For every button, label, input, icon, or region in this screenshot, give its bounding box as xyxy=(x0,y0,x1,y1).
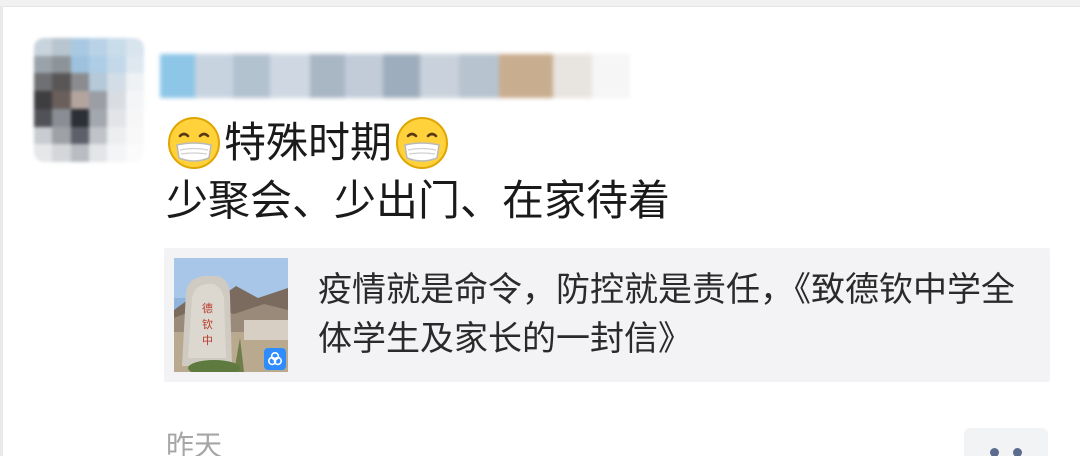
moments-post: 特殊时期 少聚会、少出门、在家待着 德 钦 中 疫情就是命令，防控就是责任，《致… xyxy=(0,0,1080,456)
svg-text:钦: 钦 xyxy=(202,318,213,331)
author-name-text xyxy=(160,42,161,43)
post-line-2-text: 少聚会、少出门、在家待着 xyxy=(166,176,671,225)
mask-face-icon xyxy=(394,115,450,171)
top-divider xyxy=(0,0,1080,7)
left-edge xyxy=(0,6,3,456)
post-timestamp: 昨天 xyxy=(166,429,223,456)
miniapp-icon xyxy=(264,348,286,370)
article-title: 疫情就是命令，防控就是责任，《致德钦中学全体学生及家长的一封信》 xyxy=(318,270,1015,359)
more-dots-icon xyxy=(990,448,999,456)
more-actions-button[interactable] xyxy=(964,428,1048,456)
author-name[interactable] xyxy=(160,42,631,110)
article-thumbnail: 德 钦 中 xyxy=(174,258,288,372)
svg-text:中: 中 xyxy=(202,334,213,347)
avatar[interactable] xyxy=(34,38,144,162)
post-content: 特殊时期 少聚会、少出门、在家待着 xyxy=(166,114,670,230)
shared-article-card[interactable]: 德 钦 中 疫情就是命令，防控就是责任，《致德钦中学全体学生及家长的一封信》 xyxy=(164,248,1050,382)
post-line-1: 特殊时期 xyxy=(166,114,670,172)
post-line-1-text: 特殊时期 xyxy=(224,118,393,167)
mask-face-icon xyxy=(166,115,222,171)
svg-text:德: 德 xyxy=(202,301,213,315)
more-dots-icon xyxy=(1013,448,1022,456)
post-line-2: 少聚会、少出门、在家待着 xyxy=(166,172,670,230)
